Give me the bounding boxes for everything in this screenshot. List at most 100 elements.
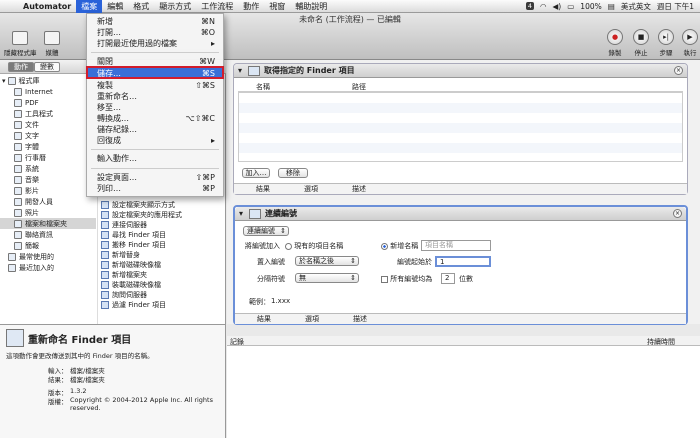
menu-item-import-actions[interactable]: 輸入動作…	[87, 153, 223, 164]
stop-button[interactable]: ■ 停止	[633, 29, 649, 57]
digits-field[interactable]: 2	[441, 273, 455, 284]
menu-action[interactable]: 動作	[238, 0, 264, 13]
menu-item-move-to[interactable]: 移至…	[87, 102, 223, 113]
close-icon[interactable]: ×	[674, 66, 683, 75]
library-item[interactable]: Internet	[0, 86, 96, 97]
action-item[interactable]: 新增替身	[98, 250, 225, 260]
library-item[interactable]: 行事曆	[0, 152, 96, 163]
library-item[interactable]: 文件	[0, 119, 96, 130]
tab-results[interactable]: 結果	[257, 314, 271, 324]
action-item[interactable]: 裝載磁碟映像檔	[98, 280, 225, 290]
library-item[interactable]: 字體	[0, 141, 96, 152]
new-name-field[interactable]: 項目名稱	[421, 240, 491, 251]
tab-description[interactable]: 描述	[352, 184, 366, 194]
library-item[interactable]: 音樂	[0, 174, 96, 185]
checkbox-icon	[381, 275, 388, 283]
finder-icon	[101, 201, 109, 209]
menu-edit[interactable]: 編輯	[102, 0, 128, 13]
menu-help[interactable]: 輔助說明	[290, 0, 332, 13]
all-numbers-option[interactable]: 所有編號均為	[381, 274, 432, 284]
existing-name-option[interactable]: 現有的項目名稱	[285, 241, 343, 251]
collapse-triangle-icon[interactable]: ▾	[239, 209, 243, 218]
menu-format[interactable]: 格式	[128, 0, 154, 13]
library-item[interactable]: PDF	[0, 97, 96, 108]
library-item-selected[interactable]: 檔案和檔案夾	[0, 218, 96, 229]
close-icon[interactable]: ×	[673, 209, 682, 218]
menu-item-convert[interactable]: 轉換成… ⌥⇧⌘C	[87, 113, 223, 124]
menu-item-rename[interactable]: 重新命名…	[87, 91, 223, 102]
library-item[interactable]: 系統	[0, 163, 96, 174]
media-button[interactable]: 媒體	[44, 31, 60, 57]
library-item[interactable]: 最近加入的	[0, 262, 96, 273]
menu-item-duplicate[interactable]: 複製 ⇧⌘S	[87, 80, 223, 91]
variables-tab[interactable]: 變數	[34, 62, 60, 72]
menu-item-open-recent[interactable]: 打開最近使用過的檔案 ▸	[87, 38, 223, 49]
mode-select[interactable]: 連續編號 ⇕	[243, 226, 289, 236]
library-root[interactable]: ▾ 程式庫	[0, 75, 96, 86]
menu-app[interactable]: Automator	[18, 0, 76, 13]
category-icon	[14, 109, 22, 118]
col-name[interactable]: 名稱	[256, 82, 352, 92]
action-item[interactable]: 詢問伺服器	[98, 290, 225, 300]
finder-icon	[101, 261, 109, 269]
library-item[interactable]: 工具程式	[0, 108, 96, 119]
action-item[interactable]: 設定檔案夾的應用程式	[98, 210, 225, 220]
library-item[interactable]: 簡報	[0, 240, 96, 251]
log-table[interactable]	[227, 336, 700, 438]
hide-library-button[interactable]: 隱藏程式庫	[4, 31, 37, 57]
copyright-label: 版權：	[48, 398, 68, 406]
menu-item-open[interactable]: 打開… ⌘O	[87, 27, 223, 38]
place-select[interactable]: 於名稱之後 ⇕	[295, 256, 359, 266]
add-button[interactable]: 加入…	[242, 168, 270, 178]
action-item[interactable]: 過濾 Finder 項目	[98, 300, 225, 310]
action-item[interactable]: 尋找 Finder 項目	[98, 230, 225, 240]
input-source[interactable]: 美式英文	[621, 1, 651, 12]
notification-count[interactable]: 4	[525, 2, 534, 10]
run-button[interactable]: ▶ 執行	[682, 29, 698, 57]
card-header[interactable]: ▾ 連續編號	[235, 207, 686, 221]
tab-options[interactable]: 選項	[304, 184, 318, 194]
menu-view[interactable]: 顯示方式	[154, 0, 196, 13]
actions-tab[interactable]: 動作	[8, 62, 34, 72]
library-item[interactable]: 照片	[0, 207, 96, 218]
tab-results[interactable]: 結果	[256, 184, 270, 194]
wifi-icon[interactable]: ◠	[540, 2, 547, 11]
action-item[interactable]: 新增檔案夾	[98, 270, 225, 280]
start-field[interactable]: 1	[435, 256, 491, 267]
menu-item-save-log[interactable]: 儲存紀錄…	[87, 124, 223, 135]
collapse-triangle-icon[interactable]: ▾	[238, 66, 242, 75]
volume-icon[interactable]: ◀)	[553, 2, 562, 11]
library-item[interactable]: 影片	[0, 185, 96, 196]
tab-options[interactable]: 選項	[305, 314, 319, 324]
battery-icon[interactable]: ▭	[567, 2, 574, 11]
category-icon	[14, 153, 22, 162]
remove-button[interactable]: 移除	[278, 168, 308, 178]
col-log[interactable]: 記錄	[230, 337, 244, 347]
input-flag-icon[interactable]: ▤	[608, 2, 615, 11]
library-item[interactable]: 聯絡資訊	[0, 229, 96, 240]
card-header[interactable]: ▾ 取得指定的 Finder 項目	[234, 64, 687, 78]
library-item[interactable]: 文字	[0, 130, 96, 141]
action-item[interactable]: 新增磁碟映像檔	[98, 260, 225, 270]
action-item[interactable]: 搬移 Finder 項目	[98, 240, 225, 250]
record-button[interactable]: ● 錄製	[607, 29, 623, 57]
menu-item-revert[interactable]: 回復成 ▸	[87, 135, 223, 146]
library-item[interactable]: 最常使用的	[0, 251, 96, 262]
col-path[interactable]: 路徑	[352, 82, 366, 92]
new-name-option[interactable]: 新增名稱	[381, 241, 418, 251]
clock[interactable]: 週日 下午1	[657, 1, 694, 12]
tab-description[interactable]: 描述	[353, 314, 367, 324]
menu-window[interactable]: 視窗	[264, 0, 290, 13]
action-item[interactable]: 設定檔案夾顯示方式	[98, 200, 225, 210]
items-table[interactable]	[238, 92, 683, 162]
library-item[interactable]: 開發人員	[0, 196, 96, 207]
col-duration[interactable]: 持續時間	[647, 337, 675, 347]
menu-file[interactable]: 檔案	[76, 0, 103, 13]
sep-select[interactable]: 無 ⇕	[295, 273, 359, 283]
menu-item-new[interactable]: 新增 ⌘N	[87, 16, 223, 27]
step-button[interactable]: ▸| 步驟	[658, 29, 674, 57]
menu-workflow[interactable]: 工作流程	[196, 0, 238, 13]
menu-item-page-setup[interactable]: 設定頁面… ⇧⌘P	[87, 172, 223, 183]
action-item[interactable]: 連接伺服器	[98, 220, 225, 230]
menu-item-print[interactable]: 列印… ⌘P	[87, 183, 223, 194]
